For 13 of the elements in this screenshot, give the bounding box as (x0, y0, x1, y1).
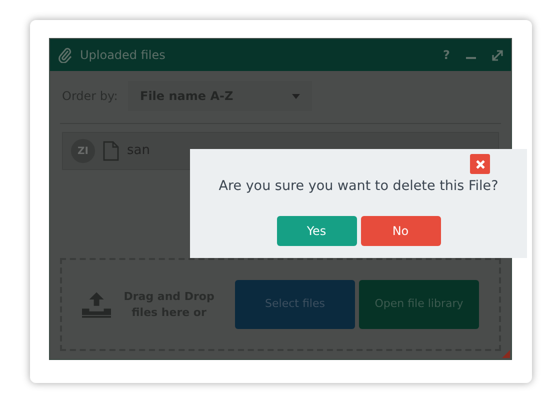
resize-handle-icon[interactable] (502, 350, 510, 358)
dialog-message: Are you sure you want to delete this File? (218, 177, 498, 196)
no-button[interactable]: No (360, 216, 440, 246)
close-icon (476, 160, 484, 168)
paperclip-icon (58, 47, 72, 63)
yes-button[interactable]: Yes (276, 216, 356, 246)
upload-icon (82, 290, 112, 318)
expand-icon[interactable] (492, 50, 503, 60)
window-title: Uploaded files (80, 47, 166, 64)
help-button[interactable]: ? (443, 48, 450, 62)
close-button[interactable] (470, 154, 490, 174)
file-icon (103, 141, 119, 161)
caret-icon (292, 94, 300, 98)
